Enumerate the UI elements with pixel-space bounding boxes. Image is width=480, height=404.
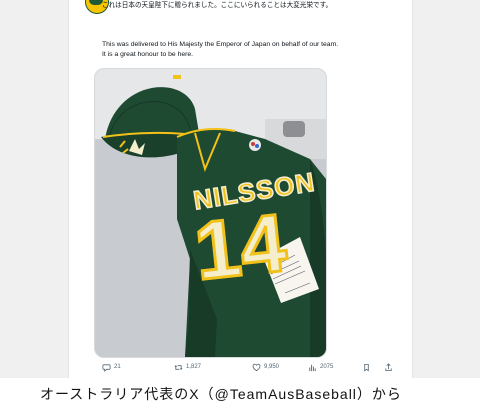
post-text-en-line-2: It is a great honour to be here. bbox=[102, 51, 194, 59]
views-icon bbox=[309, 364, 316, 371]
reply-button[interactable]: 21 bbox=[102, 360, 121, 374]
repost-count: 1,827 bbox=[186, 364, 202, 370]
reply-count: 21 bbox=[114, 364, 121, 370]
page-left-margin bbox=[0, 0, 68, 378]
post-text-en-line-1: This was delivered to His Majesty the Em… bbox=[102, 41, 339, 48]
repost-icon bbox=[174, 364, 183, 370]
share-icon bbox=[385, 362, 392, 371]
post-media-photo[interactable]: NILSSON 14 bbox=[94, 68, 327, 358]
views-button[interactable]: 2075 bbox=[308, 360, 333, 374]
jersey-number: 14 bbox=[189, 196, 292, 299]
post-text-jp-content: これは日本の天皇陛下に贈られました。ここにいられることは大変光栄です。 bbox=[102, 2, 333, 9]
views-count: 2075 bbox=[320, 364, 334, 370]
repost-button[interactable]: 1,827 bbox=[174, 360, 201, 374]
post-text-japanese: これは日本の天皇陛下に贈られました。ここにいられることは大変光栄です。 bbox=[102, 1, 402, 11]
share-button[interactable] bbox=[384, 360, 393, 374]
heart-icon bbox=[252, 363, 261, 371]
post-text-english: This was delivered to His Majesty the Em… bbox=[102, 40, 402, 60]
team-logo-icon bbox=[89, 0, 103, 5]
like-button[interactable]: 9,950 bbox=[252, 360, 279, 374]
article-caption: オーストラリア代表のX（@TeamAusBaseball）から bbox=[40, 386, 402, 402]
reply-icon bbox=[102, 363, 111, 372]
like-count: 9,950 bbox=[264, 364, 280, 370]
bookmark-button[interactable] bbox=[362, 360, 371, 374]
bookmark-icon bbox=[364, 363, 369, 371]
page-right-margin bbox=[411, 0, 480, 378]
post-actions-bar: 21 1,827 9,950 2075 bbox=[102, 360, 402, 374]
